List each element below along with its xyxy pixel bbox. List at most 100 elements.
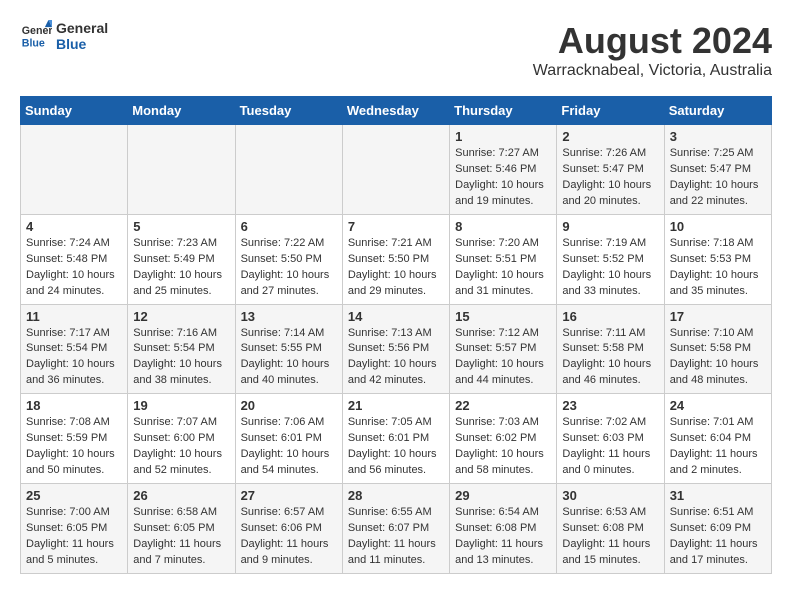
day-number: 16 bbox=[562, 309, 658, 324]
day-info: Sunrise: 7:11 AM Sunset: 5:58 PM Dayligh… bbox=[562, 326, 658, 390]
day-info: Sunrise: 7:03 AM Sunset: 6:02 PM Dayligh… bbox=[455, 415, 551, 479]
day-number: 8 bbox=[455, 219, 551, 234]
col-header-wednesday: Wednesday bbox=[342, 97, 449, 125]
day-number: 15 bbox=[455, 309, 551, 324]
logo-general: General bbox=[56, 20, 108, 36]
calendar-cell: 18 Sunrise: 7:08 AM Sunset: 5:59 PM Dayli… bbox=[21, 394, 128, 484]
calendar-cell: 6 Sunrise: 7:22 AM Sunset: 5:50 PM Daylig… bbox=[235, 214, 342, 304]
page-subtitle: Warracknabeal, Victoria, Australia bbox=[533, 62, 772, 80]
day-info: Sunrise: 7:18 AM Sunset: 5:53 PM Dayligh… bbox=[670, 236, 766, 300]
day-info: Sunrise: 6:57 AM Sunset: 6:06 PM Dayligh… bbox=[241, 505, 337, 569]
col-header-tuesday: Tuesday bbox=[235, 97, 342, 125]
week-row-3: 11 Sunrise: 7:17 AM Sunset: 5:54 PM Dayli… bbox=[21, 304, 772, 394]
day-number: 9 bbox=[562, 219, 658, 234]
calendar-cell: 21 Sunrise: 7:05 AM Sunset: 6:01 PM Dayli… bbox=[342, 394, 449, 484]
day-info: Sunrise: 6:53 AM Sunset: 6:08 PM Dayligh… bbox=[562, 505, 658, 569]
logo: General Blue General Blue bbox=[20, 20, 108, 52]
day-info: Sunrise: 7:05 AM Sunset: 6:01 PM Dayligh… bbox=[348, 415, 444, 479]
day-info: Sunrise: 7:08 AM Sunset: 5:59 PM Dayligh… bbox=[26, 415, 122, 479]
calendar-cell: 5 Sunrise: 7:23 AM Sunset: 5:49 PM Daylig… bbox=[128, 214, 235, 304]
calendar-cell: 1 Sunrise: 7:27 AM Sunset: 5:46 PM Daylig… bbox=[450, 125, 557, 215]
calendar-cell: 4Sunrise: 7:24 AM Sunset: 5:48 PM Daylig… bbox=[21, 214, 128, 304]
day-info: Sunrise: 7:17 AM Sunset: 5:54 PM Dayligh… bbox=[26, 326, 122, 390]
calendar-cell: 10 Sunrise: 7:18 AM Sunset: 5:53 PM Dayli… bbox=[664, 214, 771, 304]
day-info: Sunrise: 7:06 AM Sunset: 6:01 PM Dayligh… bbox=[241, 415, 337, 479]
day-number: 5 bbox=[133, 219, 229, 234]
day-info: Sunrise: 7:22 AM Sunset: 5:50 PM Dayligh… bbox=[241, 236, 337, 300]
day-number: 2 bbox=[562, 129, 658, 144]
day-info: Sunrise: 7:00 AM Sunset: 6:05 PM Dayligh… bbox=[26, 505, 122, 569]
col-header-monday: Monday bbox=[128, 97, 235, 125]
calendar-cell: 13Sunrise: 7:14 AM Sunset: 5:55 PM Dayli… bbox=[235, 304, 342, 394]
title-area: August 2024 Warracknabeal, Victoria, Aus… bbox=[533, 20, 772, 80]
calendar-cell: 24 Sunrise: 7:01 AM Sunset: 6:04 PM Dayli… bbox=[664, 394, 771, 484]
day-info: Sunrise: 7:10 AM Sunset: 5:58 PM Dayligh… bbox=[670, 326, 766, 390]
day-info: Sunrise: 7:24 AM Sunset: 5:48 PM Dayligh… bbox=[26, 236, 122, 300]
day-info: Sunrise: 7:25 AM Sunset: 5:47 PM Dayligh… bbox=[670, 146, 766, 210]
day-info: Sunrise: 7:21 AM Sunset: 5:50 PM Dayligh… bbox=[348, 236, 444, 300]
col-header-thursday: Thursday bbox=[450, 97, 557, 125]
day-number: 1 bbox=[455, 129, 551, 144]
calendar-cell: 22 Sunrise: 7:03 AM Sunset: 6:02 PM Dayli… bbox=[450, 394, 557, 484]
day-info: Sunrise: 7:07 AM Sunset: 6:00 PM Dayligh… bbox=[133, 415, 229, 479]
day-number: 11 bbox=[26, 309, 122, 324]
day-info: Sunrise: 7:16 AM Sunset: 5:54 PM Dayligh… bbox=[133, 326, 229, 390]
day-number: 26 bbox=[133, 488, 229, 503]
day-number: 30 bbox=[562, 488, 658, 503]
calendar-cell bbox=[235, 125, 342, 215]
day-number: 17 bbox=[670, 309, 766, 324]
col-header-sunday: Sunday bbox=[21, 97, 128, 125]
header-row: SundayMondayTuesdayWednesdayThursdayFrid… bbox=[21, 97, 772, 125]
day-number: 20 bbox=[241, 398, 337, 413]
calendar-cell: 25 Sunrise: 7:00 AM Sunset: 6:05 PM Dayli… bbox=[21, 484, 128, 574]
calendar-cell: 26Sunrise: 6:58 AM Sunset: 6:05 PM Dayli… bbox=[128, 484, 235, 574]
week-row-5: 25 Sunrise: 7:00 AM Sunset: 6:05 PM Dayli… bbox=[21, 484, 772, 574]
day-number: 31 bbox=[670, 488, 766, 503]
day-number: 3 bbox=[670, 129, 766, 144]
calendar-cell: 17 Sunrise: 7:10 AM Sunset: 5:58 PM Dayli… bbox=[664, 304, 771, 394]
calendar-cell: 31Sunrise: 6:51 AM Sunset: 6:09 PM Dayli… bbox=[664, 484, 771, 574]
calendar-cell: 8 Sunrise: 7:20 AM Sunset: 5:51 PM Daylig… bbox=[450, 214, 557, 304]
day-number: 14 bbox=[348, 309, 444, 324]
calendar-cell: 14 Sunrise: 7:13 AM Sunset: 5:56 PM Dayli… bbox=[342, 304, 449, 394]
calendar-cell: 28Sunrise: 6:55 AM Sunset: 6:07 PM Dayli… bbox=[342, 484, 449, 574]
day-info: Sunrise: 7:20 AM Sunset: 5:51 PM Dayligh… bbox=[455, 236, 551, 300]
calendar-cell: 9Sunrise: 7:19 AM Sunset: 5:52 PM Daylig… bbox=[557, 214, 664, 304]
col-header-saturday: Saturday bbox=[664, 97, 771, 125]
calendar-cell: 11 Sunrise: 7:17 AM Sunset: 5:54 PM Dayli… bbox=[21, 304, 128, 394]
calendar-cell: 7 Sunrise: 7:21 AM Sunset: 5:50 PM Daylig… bbox=[342, 214, 449, 304]
day-number: 22 bbox=[455, 398, 551, 413]
day-number: 12 bbox=[133, 309, 229, 324]
day-number: 27 bbox=[241, 488, 337, 503]
week-row-1: 1 Sunrise: 7:27 AM Sunset: 5:46 PM Daylig… bbox=[21, 125, 772, 215]
calendar-cell: 15 Sunrise: 7:12 AM Sunset: 5:57 PM Dayli… bbox=[450, 304, 557, 394]
day-info: Sunrise: 6:55 AM Sunset: 6:07 PM Dayligh… bbox=[348, 505, 444, 569]
calendar-cell: 27 Sunrise: 6:57 AM Sunset: 6:06 PM Dayli… bbox=[235, 484, 342, 574]
day-number: 19 bbox=[133, 398, 229, 413]
col-header-friday: Friday bbox=[557, 97, 664, 125]
logo-blue: Blue bbox=[56, 36, 108, 52]
day-info: Sunrise: 7:12 AM Sunset: 5:57 PM Dayligh… bbox=[455, 326, 551, 390]
day-info: Sunrise: 7:13 AM Sunset: 5:56 PM Dayligh… bbox=[348, 326, 444, 390]
day-number: 21 bbox=[348, 398, 444, 413]
calendar-cell: 23 Sunrise: 7:02 AM Sunset: 6:03 PM Dayli… bbox=[557, 394, 664, 484]
day-number: 18 bbox=[26, 398, 122, 413]
day-number: 25 bbox=[26, 488, 122, 503]
calendar-cell: 30 Sunrise: 6:53 AM Sunset: 6:08 PM Dayli… bbox=[557, 484, 664, 574]
day-number: 10 bbox=[670, 219, 766, 234]
day-info: Sunrise: 7:01 AM Sunset: 6:04 PM Dayligh… bbox=[670, 415, 766, 479]
day-info: Sunrise: 7:27 AM Sunset: 5:46 PM Dayligh… bbox=[455, 146, 551, 210]
day-info: Sunrise: 7:23 AM Sunset: 5:49 PM Dayligh… bbox=[133, 236, 229, 300]
week-row-4: 18 Sunrise: 7:08 AM Sunset: 5:59 PM Dayli… bbox=[21, 394, 772, 484]
calendar-cell: 2Sunrise: 7:26 AM Sunset: 5:47 PM Daylig… bbox=[557, 125, 664, 215]
calendar-cell: 19 Sunrise: 7:07 AM Sunset: 6:00 PM Dayli… bbox=[128, 394, 235, 484]
calendar-cell: 16 Sunrise: 7:11 AM Sunset: 5:58 PM Dayli… bbox=[557, 304, 664, 394]
calendar-cell: 3 Sunrise: 7:25 AM Sunset: 5:47 PM Daylig… bbox=[664, 125, 771, 215]
day-number: 24 bbox=[670, 398, 766, 413]
day-number: 7 bbox=[348, 219, 444, 234]
day-info: Sunrise: 7:02 AM Sunset: 6:03 PM Dayligh… bbox=[562, 415, 658, 479]
day-number: 23 bbox=[562, 398, 658, 413]
calendar-cell: 29Sunrise: 6:54 AM Sunset: 6:08 PM Dayli… bbox=[450, 484, 557, 574]
calendar-cell bbox=[128, 125, 235, 215]
day-number: 6 bbox=[241, 219, 337, 234]
